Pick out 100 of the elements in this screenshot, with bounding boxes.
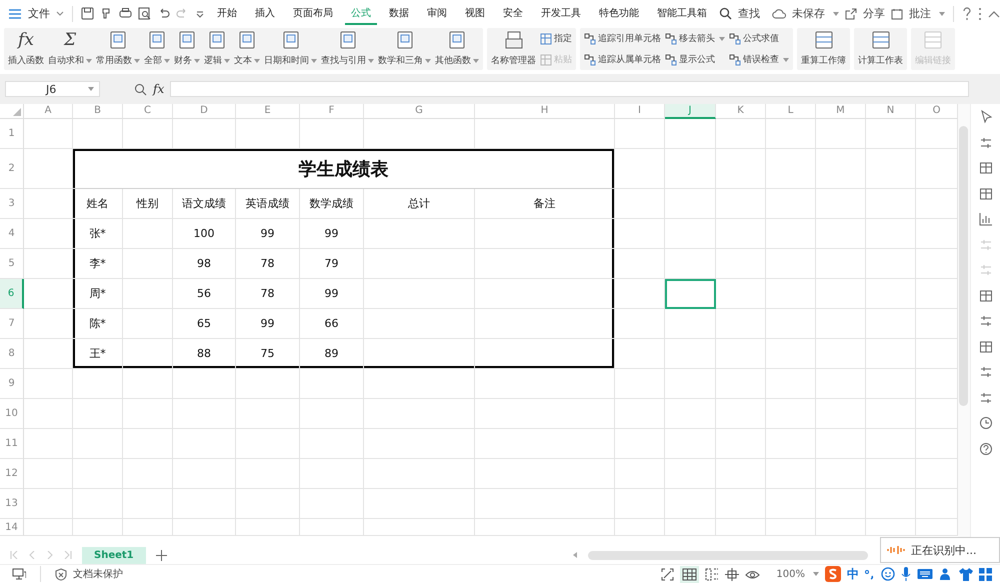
row-header[interactable]: 4 [0, 219, 24, 249]
toolbar-action[interactable]: 分享 [863, 6, 885, 21]
ribbon-button[interactable]: 指定 [538, 31, 574, 46]
zoom-level[interactable]: 100% [776, 568, 805, 580]
ribbon-button[interactable]: 日期和时间 [262, 28, 319, 70]
ribbon-button[interactable]: 移去箭头 [663, 31, 727, 46]
menu-tab[interactable]: 特色功能 [593, 2, 645, 25]
column-header[interactable]: K [716, 104, 766, 119]
function-label[interactable]: fx [153, 82, 164, 96]
apps-icon[interactable] [979, 568, 992, 580]
ribbon-button[interactable]: 公式求值 [727, 31, 791, 46]
shirt-icon[interactable] [959, 567, 973, 581]
help-icon[interactable] [978, 442, 992, 456]
column-header[interactable]: F [300, 104, 364, 119]
monitor-icon[interactable] [12, 568, 26, 580]
ime-logo-icon[interactable] [825, 566, 841, 582]
column-header[interactable]: C [123, 104, 173, 119]
column-header[interactable]: H [475, 104, 615, 119]
page-layout-icon[interactable] [705, 568, 720, 580]
ribbon-button[interactable]: 追踪引用单元格 [582, 31, 663, 46]
column-header[interactable]: D [173, 104, 236, 119]
scrollbar-thumb[interactable] [959, 126, 968, 406]
zoom-icon[interactable] [134, 82, 147, 96]
menu-tab[interactable]: 开发工具 [535, 2, 587, 25]
menu-tab[interactable]: 数据 [383, 2, 415, 25]
microphone-icon[interactable] [901, 567, 911, 581]
column-header[interactable]: B [73, 104, 123, 119]
row-header[interactable]: 9 [0, 369, 24, 399]
row-header[interactable]: 14 [0, 519, 24, 536]
column-header[interactable]: G [364, 104, 475, 119]
add-sheet-icon[interactable] [156, 550, 167, 560]
grid-view-icon[interactable] [680, 566, 700, 582]
ribbon-button[interactable]: 显示公式 [663, 52, 727, 67]
row-header[interactable]: 10 [0, 399, 24, 429]
menu-tab[interactable]: 审阅 [421, 2, 453, 25]
cloud-icon[interactable] [772, 8, 786, 20]
ribbon-button[interactable]: 追踪从属单元格 [582, 52, 663, 67]
row-header[interactable]: 1 [0, 119, 24, 149]
column-header[interactable]: M [816, 104, 866, 119]
row-header[interactable]: 12 [0, 459, 24, 489]
caret-icon[interactable] [813, 572, 819, 576]
search-label[interactable]: 查找 [738, 6, 760, 21]
caret-icon[interactable] [833, 12, 839, 16]
crosshair-icon[interactable] [725, 568, 740, 580]
selected-cell[interactable] [665, 279, 716, 309]
keyboard-icon[interactable] [917, 568, 933, 580]
formula-field[interactable] [170, 81, 969, 97]
menu-tab[interactable]: 视图 [459, 2, 491, 25]
print-icon[interactable] [119, 7, 132, 20]
name-box[interactable]: J6 [5, 81, 100, 97]
row-header[interactable]: 2 [0, 149, 24, 189]
punctuation-icon[interactable] [865, 568, 875, 580]
chart-icon[interactable] [978, 212, 992, 226]
menu-icon[interactable] [8, 8, 22, 20]
ribbon-button[interactable]: 数学和三角 [376, 28, 433, 70]
table-icon[interactable] [978, 161, 992, 175]
ribbon-button[interactable]: 错误检查 [727, 52, 791, 67]
more-icon[interactable] [978, 6, 982, 20]
ribbon-button[interactable]: 重算工作簿 [799, 28, 848, 70]
row-header[interactable]: 13 [0, 489, 24, 519]
ribbon-button[interactable]: 全部 [142, 28, 172, 70]
collapse-icon[interactable] [988, 10, 1000, 18]
user-icon[interactable] [939, 567, 953, 581]
menu-tab[interactable]: 开始 [211, 2, 243, 25]
protection-status[interactable]: 文档未保护 [73, 567, 123, 581]
grid-icon[interactable] [978, 186, 992, 200]
chevron-icon[interactable] [56, 10, 64, 16]
ribbon-button[interactable]: 财务 [172, 28, 202, 70]
help-icon[interactable] [962, 6, 972, 20]
more-icon[interactable] [195, 8, 205, 18]
fullscreen-icon[interactable] [661, 568, 674, 580]
preview-icon[interactable] [138, 7, 151, 20]
search-icon[interactable] [719, 7, 732, 20]
toolbar-action[interactable]: 未保存 [792, 6, 825, 21]
ribbon-button[interactable]: 逻辑 [202, 28, 232, 70]
column-header[interactable]: E [236, 104, 300, 119]
history-icon[interactable] [978, 416, 992, 430]
column-header[interactable]: N [866, 104, 916, 119]
row-header[interactable]: 11 [0, 429, 24, 459]
menu-tab[interactable]: 页面布局 [287, 2, 339, 25]
cursor-icon[interactable] [978, 110, 992, 124]
ribbon-button[interactable]: fx 插入函数 [6, 28, 46, 70]
ribbon-button[interactable]: 文本 [232, 28, 262, 70]
ribbon-button[interactable]: 计算工作表 [856, 28, 905, 70]
ime-mode[interactable]: 中 [847, 567, 859, 581]
comment-icon[interactable] [891, 8, 903, 20]
ribbon-button[interactable]: 名称管理器 [489, 28, 538, 70]
toolbar-action[interactable]: 批注 [909, 6, 931, 21]
caret-icon[interactable] [939, 12, 945, 16]
ribbon-button[interactable]: Σ 自动求和 [46, 28, 94, 70]
ribbon-button[interactable]: 常用函数 [94, 28, 142, 70]
menu-tab[interactable]: 插入 [249, 2, 281, 25]
row-header[interactable]: 8 [0, 339, 24, 369]
menu-tab[interactable]: 安全 [497, 2, 529, 25]
scrollbar-thumb[interactable] [588, 550, 868, 560]
column-header[interactable]: L [766, 104, 816, 119]
ribbon-button[interactable]: 查找与引用 [319, 28, 376, 70]
menu-tab[interactable]: 智能工具箱 [651, 2, 713, 25]
save-icon[interactable] [81, 7, 94, 20]
ribbon-button[interactable]: 其他函数 [433, 28, 481, 70]
